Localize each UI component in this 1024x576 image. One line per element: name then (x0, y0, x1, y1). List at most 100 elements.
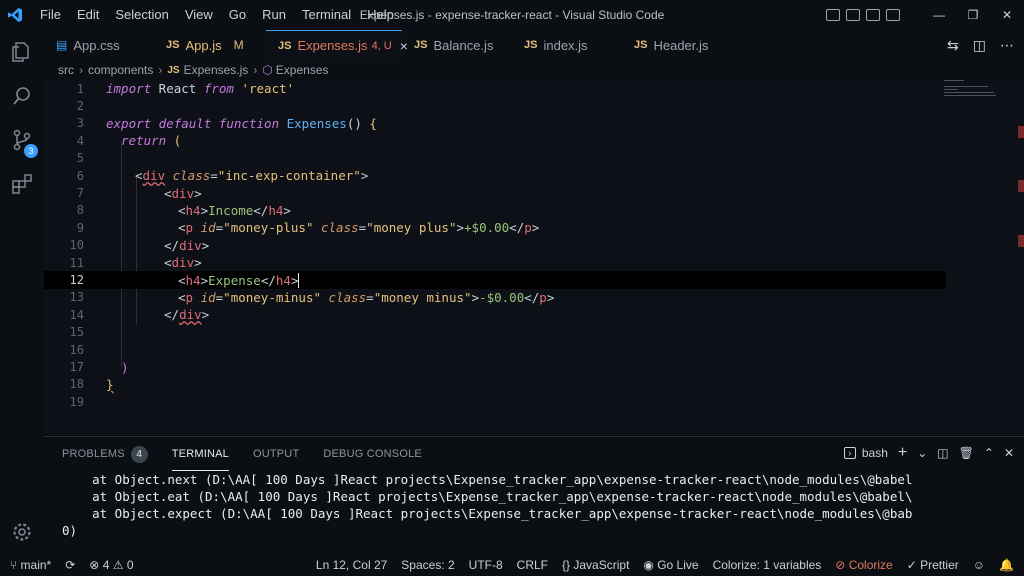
close-panel-icon[interactable]: ✕ (1004, 446, 1014, 460)
toggle-sidebar-icon[interactable] (826, 9, 840, 21)
feedback-icon[interactable]: ☺ (973, 558, 985, 572)
line-content: <div class="inc-exp-container"> (135, 168, 369, 184)
broadcast-icon: ◉ (643, 558, 658, 572)
line-content: export default function Expenses() { (106, 115, 377, 131)
tab-debug-console[interactable]: DEBUG CONSOLE (323, 437, 422, 471)
disabled-icon: ⊘ (835, 558, 849, 572)
code-line: 18 } (44, 376, 946, 393)
toggle-panel-icon[interactable] (846, 9, 860, 21)
terminal-line: at Object.eat (D:\AA[ 100 Days ]React pr… (62, 489, 913, 504)
search-icon[interactable] (0, 74, 44, 118)
chevron-right-icon: › (253, 63, 258, 77)
source-control-icon[interactable]: 3 (0, 118, 44, 162)
line-content: <h4>Expense</h4> (178, 272, 300, 288)
restore-button[interactable]: ❐ (956, 8, 990, 22)
chevron-down-icon[interactable]: ⌄ (917, 446, 927, 460)
tab-output[interactable]: OUTPUT (253, 437, 299, 471)
indentation[interactable]: Spaces: 2 (401, 558, 454, 572)
breadcrumb-components[interactable]: components (88, 63, 153, 77)
code-line-current: 12 <h4>Expense</h4> (44, 271, 946, 289)
extensions-icon[interactable] (0, 162, 44, 206)
tab-terminal[interactable]: TERMINAL (171, 437, 229, 471)
code-line: 8 <h4>Income</h4> (44, 202, 946, 219)
prettier-status[interactable]: ✓ Prettier (907, 558, 959, 572)
tab-label: App.css (73, 37, 120, 53)
breadcrumb-symbol[interactable]: Expenses (276, 63, 329, 77)
code-line: 7 <div> (44, 184, 946, 201)
line-content: </div> (164, 237, 210, 253)
split-editor-icon[interactable]: ◫ (973, 37, 986, 54)
sync-icon[interactable]: ⟳ (65, 558, 75, 572)
customize-layout-icon[interactable] (886, 9, 900, 21)
colorize-toggle[interactable]: ⊘ Colorize (835, 558, 892, 572)
check-icon: ✓ (906, 558, 921, 572)
menu-edit[interactable]: Edit (69, 0, 107, 30)
open-changes-icon[interactable]: ⇆ (947, 37, 959, 54)
menu-file[interactable]: File (32, 0, 69, 30)
code-line: 15 (44, 324, 946, 341)
line-content: return ( (121, 133, 182, 149)
trash-icon[interactable]: 🗑 (959, 446, 974, 460)
toggle-secondary-sidebar-icon[interactable] (866, 9, 880, 21)
tab-app-js[interactable]: JS App.js M (154, 30, 266, 60)
code-editor[interactable]: 1 import React from 'react' 2 3 export d… (44, 80, 1024, 435)
colorize-variables[interactable]: Colorize: 1 variables (713, 558, 822, 572)
minimap[interactable] (944, 80, 1000, 104)
problems-status[interactable]: ⊗ 4 ⚠ 0 (89, 558, 133, 572)
code-line: 13 <p id="money-minus" class="money minu… (44, 289, 946, 306)
line-content: <h4>Income</h4> (178, 202, 291, 218)
menu-terminal[interactable]: Terminal (294, 0, 359, 30)
go-live-button[interactable]: ◉ Go Live (643, 558, 698, 572)
explorer-icon[interactable] (0, 30, 44, 74)
tab-balance-js[interactable]: JS Balance.js (402, 30, 512, 60)
terminal-icon: › (843, 447, 856, 459)
tab-expenses-js[interactable]: JS Expenses.js 4, U × (266, 30, 408, 60)
terminal-line: at Object.next (D:\AA[ 100 Days ]React p… (62, 472, 913, 487)
warning-icon: ⚠ (112, 558, 127, 572)
tab-index-js[interactable]: JS index.js (512, 30, 622, 60)
chevron-right-icon: › (158, 63, 163, 77)
breadcrumb-file[interactable]: Expenses.js (184, 63, 249, 77)
menu-help[interactable]: Help (359, 0, 402, 30)
gear-icon[interactable] (0, 510, 44, 554)
branch-status[interactable]: ⑂ main* (10, 558, 51, 572)
tab-label: TERMINAL (171, 447, 229, 460)
branch-icon: ⑂ (10, 558, 21, 572)
tab-app-css[interactable]: ▤ App.css (44, 30, 154, 60)
more-actions-icon[interactable]: ⋯ (1000, 37, 1014, 54)
code-line: 14 </div> (44, 306, 946, 323)
tab-header-js[interactable]: JS Header.js (622, 30, 732, 60)
cursor-position[interactable]: Ln 12, Col 27 (316, 558, 387, 572)
code-line: 17 ) (44, 358, 946, 375)
split-terminal-icon[interactable]: ◫ (937, 446, 948, 460)
menu-go[interactable]: Go (221, 0, 254, 30)
menu-run[interactable]: Run (254, 0, 294, 30)
close-window-button[interactable]: ✕ (990, 8, 1024, 22)
notifications-icon[interactable]: 🔔 (999, 558, 1014, 572)
minimize-button[interactable]: — (922, 8, 956, 22)
tab-label: Header.js (653, 37, 709, 53)
branch-name: main* (20, 558, 52, 572)
language-mode[interactable]: {} JavaScript (562, 558, 629, 572)
line-content: <p id="money-minus" class="money minus">… (178, 289, 555, 305)
language-name: JavaScript (573, 558, 630, 572)
menu-selection[interactable]: Selection (107, 0, 176, 30)
line-number: 2 (76, 99, 84, 114)
terminal-shell-selector[interactable]: › bash (843, 446, 888, 460)
code-line: 9 <p id="money-plus" class="money plus">… (44, 219, 946, 236)
maximize-panel-icon[interactable]: ⌃ (984, 446, 994, 460)
breadcrumb-src[interactable]: src (58, 63, 74, 77)
line-ending[interactable]: CRLF (517, 558, 548, 572)
tab-label: index.js (543, 37, 588, 53)
code-line: 16 (44, 341, 946, 358)
encoding[interactable]: UTF-8 (469, 558, 503, 572)
tab-problems[interactable]: PROBLEMS 4 (62, 437, 148, 471)
line-number: 15 (69, 325, 84, 340)
menu-view[interactable]: View (177, 0, 221, 30)
tab-label: OUTPUT (252, 448, 300, 460)
terminal-output[interactable]: at Object.next (D:\AA[ 100 Days ]React p… (44, 471, 1024, 539)
terminal-line: at Object.expect (D:\AA[ 100 Days ]React… (62, 506, 913, 521)
tab-label: DEBUG CONSOLE (323, 448, 422, 460)
new-terminal-icon[interactable]: + (898, 444, 907, 462)
colorize-label: Colorize (848, 558, 893, 572)
